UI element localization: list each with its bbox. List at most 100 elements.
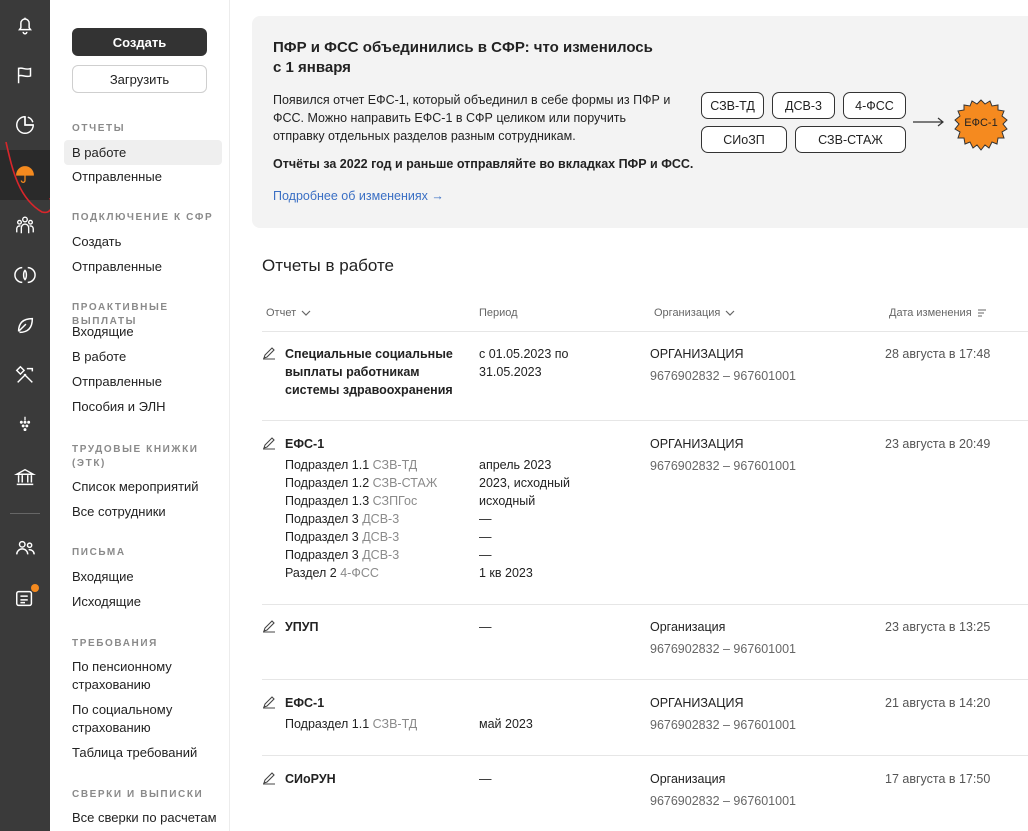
- subsection-label: Подраздел 1.2: [285, 476, 370, 490]
- sidebar-section-sfr-connection: ПОДКЛЮЧЕНИЕ К СФР: [72, 212, 214, 223]
- subsection-period: май 2023: [479, 717, 533, 731]
- subsection-form: ДСВ-3: [362, 548, 400, 562]
- sidebar-item-letters-outbox[interactable]: Исходящие: [72, 593, 222, 611]
- sidebar-item-letters-inbox[interactable]: Входящие: [72, 568, 222, 586]
- pencil-icon[interactable]: [262, 436, 276, 450]
- subsection-label: Подраздел 1.1: [285, 717, 370, 731]
- tools-icon[interactable]: [0, 350, 50, 400]
- pencil-icon[interactable]: [262, 346, 276, 360]
- column-header-org[interactable]: Организация: [654, 307, 735, 319]
- sidebar-item-events-list[interactable]: Список мероприятий: [72, 478, 222, 496]
- sidebar-item-reports-in-work[interactable]: В работе: [64, 140, 222, 165]
- report-period: —: [479, 620, 492, 634]
- sidebar-item-payments-sent[interactable]: Отправленные: [72, 373, 222, 391]
- report-name[interactable]: Специальные социальные выплаты работника…: [285, 345, 465, 399]
- efs-1-badge: ЕФС-1: [954, 98, 1008, 152]
- subsection-form: СЗПГос: [372, 494, 418, 508]
- pencil-icon[interactable]: [262, 619, 276, 633]
- sort-icon: [977, 309, 986, 317]
- report-period: —: [479, 772, 492, 786]
- report-name[interactable]: СИоРУН: [285, 770, 465, 788]
- pencil-icon[interactable]: [262, 695, 276, 709]
- change-date: 23 августа в 13:25: [885, 620, 991, 634]
- org-name: ОРГАНИЗАЦИЯ: [650, 437, 744, 451]
- umbrella-icon[interactable]: [0, 150, 50, 200]
- report-name[interactable]: ЕФС-1: [285, 435, 465, 453]
- sidebar-item-benefits-eln[interactable]: Пособия и ЭЛН: [72, 398, 222, 416]
- pencil-icon[interactable]: [262, 771, 276, 785]
- column-header-org-label: Организация: [654, 307, 721, 319]
- efs-1-label: ЕФС-1: [964, 117, 998, 129]
- bank-icon[interactable]: [0, 452, 50, 502]
- org-name: Организация: [650, 772, 726, 786]
- org-inn-kpp: 9676902832 – 967601001: [650, 459, 796, 473]
- arrow-right-icon: [913, 117, 944, 127]
- subsection-form: СЗВ-ТД: [372, 717, 418, 731]
- sidebar-section-work-books: ТРУДОВЫЕ КНИЖКИ (ЭТК): [72, 444, 199, 469]
- column-header-date-label: Дата изменения: [889, 307, 972, 319]
- sidebar-item-connection-create[interactable]: Создать: [72, 233, 222, 251]
- report-name[interactable]: УПУП: [285, 618, 465, 636]
- org-inn-kpp: 9676902832 – 967601001: [650, 794, 796, 808]
- org-inn-kpp: 9676902832 – 967601001: [650, 642, 796, 656]
- subsection-period: 1 кв 2023: [479, 566, 533, 580]
- sidebar-item-social-insurance[interactable]: По социальному страхованию: [72, 701, 222, 737]
- subsection-period: апрель 2023: [479, 458, 552, 472]
- subsection-label: Подраздел 1.1: [285, 458, 370, 472]
- subsection-period: —: [479, 512, 492, 526]
- column-header-date[interactable]: Дата изменения: [889, 307, 987, 319]
- sidebar-item-all-employees[interactable]: Все сотрудники: [72, 503, 222, 521]
- chip-dsv-3: ДСВ-3: [772, 92, 835, 119]
- subsection-item: Подраздел 3 ДСВ-3: [285, 528, 399, 546]
- column-header-report[interactable]: Отчет: [266, 307, 311, 319]
- grapes-icon[interactable]: [0, 400, 50, 450]
- sidebar-section-requirements: ТРЕБОВАНИЯ: [72, 638, 158, 649]
- icon-rail: [0, 0, 50, 831]
- subsection-form: ДСВ-3: [362, 530, 400, 544]
- sidebar-item-payments-in-work[interactable]: В работе: [72, 348, 222, 366]
- pie-chart-icon[interactable]: [0, 100, 50, 150]
- change-date: 21 августа в 14:20: [885, 696, 991, 710]
- upload-button[interactable]: Загрузить: [72, 65, 207, 93]
- leaf-circle-icon[interactable]: [0, 250, 50, 300]
- create-button[interactable]: Создать: [72, 28, 207, 56]
- users-icon[interactable]: [0, 523, 50, 573]
- sidebar-item-connection-sent[interactable]: Отправленные: [72, 258, 222, 276]
- divider: [262, 679, 1028, 680]
- subsection-period: исходный: [479, 494, 536, 508]
- org-name: ОРГАНИЗАЦИЯ: [650, 696, 744, 710]
- subsection-item: Подраздел 1.3 СЗПГос: [285, 492, 417, 510]
- news-icon[interactable]: [0, 573, 50, 623]
- subsection-item: Подраздел 1.1 СЗВ-ТД: [285, 715, 417, 733]
- sidebar-item-pension-insurance[interactable]: По пенсионному страхованию: [72, 658, 222, 694]
- subsection-period: 2023, исходный: [479, 476, 570, 490]
- page-title: Отчеты в работе: [262, 256, 395, 275]
- change-date: 28 августа в 17:48: [885, 347, 991, 361]
- sidebar-item-reports-sent[interactable]: Отправленные: [72, 168, 222, 186]
- column-header-period-label: Период: [479, 307, 518, 319]
- org-name: Организация: [650, 620, 726, 634]
- change-date: 23 августа в 20:49: [885, 437, 991, 451]
- people-icon[interactable]: [0, 200, 50, 250]
- divider: [262, 604, 1028, 605]
- divider: [262, 420, 1028, 421]
- change-date: 17 августа в 17:50: [885, 772, 991, 786]
- bell-icon[interactable]: [0, 0, 50, 50]
- subsection-label: Раздел 2: [285, 566, 337, 580]
- subsection-period: —: [479, 530, 492, 544]
- subsection-label: Подраздел 3: [285, 530, 359, 544]
- banner-more-link[interactable]: Подробнее об изменениях →: [273, 189, 444, 203]
- report-name[interactable]: ЕФС-1: [285, 694, 465, 712]
- sidebar-item-requirements-table[interactable]: Таблица требований: [72, 744, 222, 762]
- sidebar-item-all-reconciliations[interactable]: Все сверки по расчетам: [72, 809, 222, 827]
- org-inn-kpp: 9676902832 – 967601001: [650, 369, 796, 383]
- subsection-label: Подраздел 3: [285, 512, 359, 526]
- leaf-icon[interactable]: [0, 300, 50, 350]
- chip-szv-stazh: СЗВ-СТАЖ: [795, 126, 906, 153]
- sidebar-item-payments-inbox[interactable]: Входящие: [72, 323, 222, 341]
- main-content: ПФР и ФСС объединились в СФР: что измени…: [230, 0, 1028, 831]
- flag-icon[interactable]: [0, 50, 50, 100]
- banner-title: ПФР и ФСС объединились в СФР: что измени…: [273, 39, 653, 76]
- subsection-item: Подраздел 1.1 СЗВ-ТД: [285, 456, 417, 474]
- subsection-label: Подраздел 1.3: [285, 494, 370, 508]
